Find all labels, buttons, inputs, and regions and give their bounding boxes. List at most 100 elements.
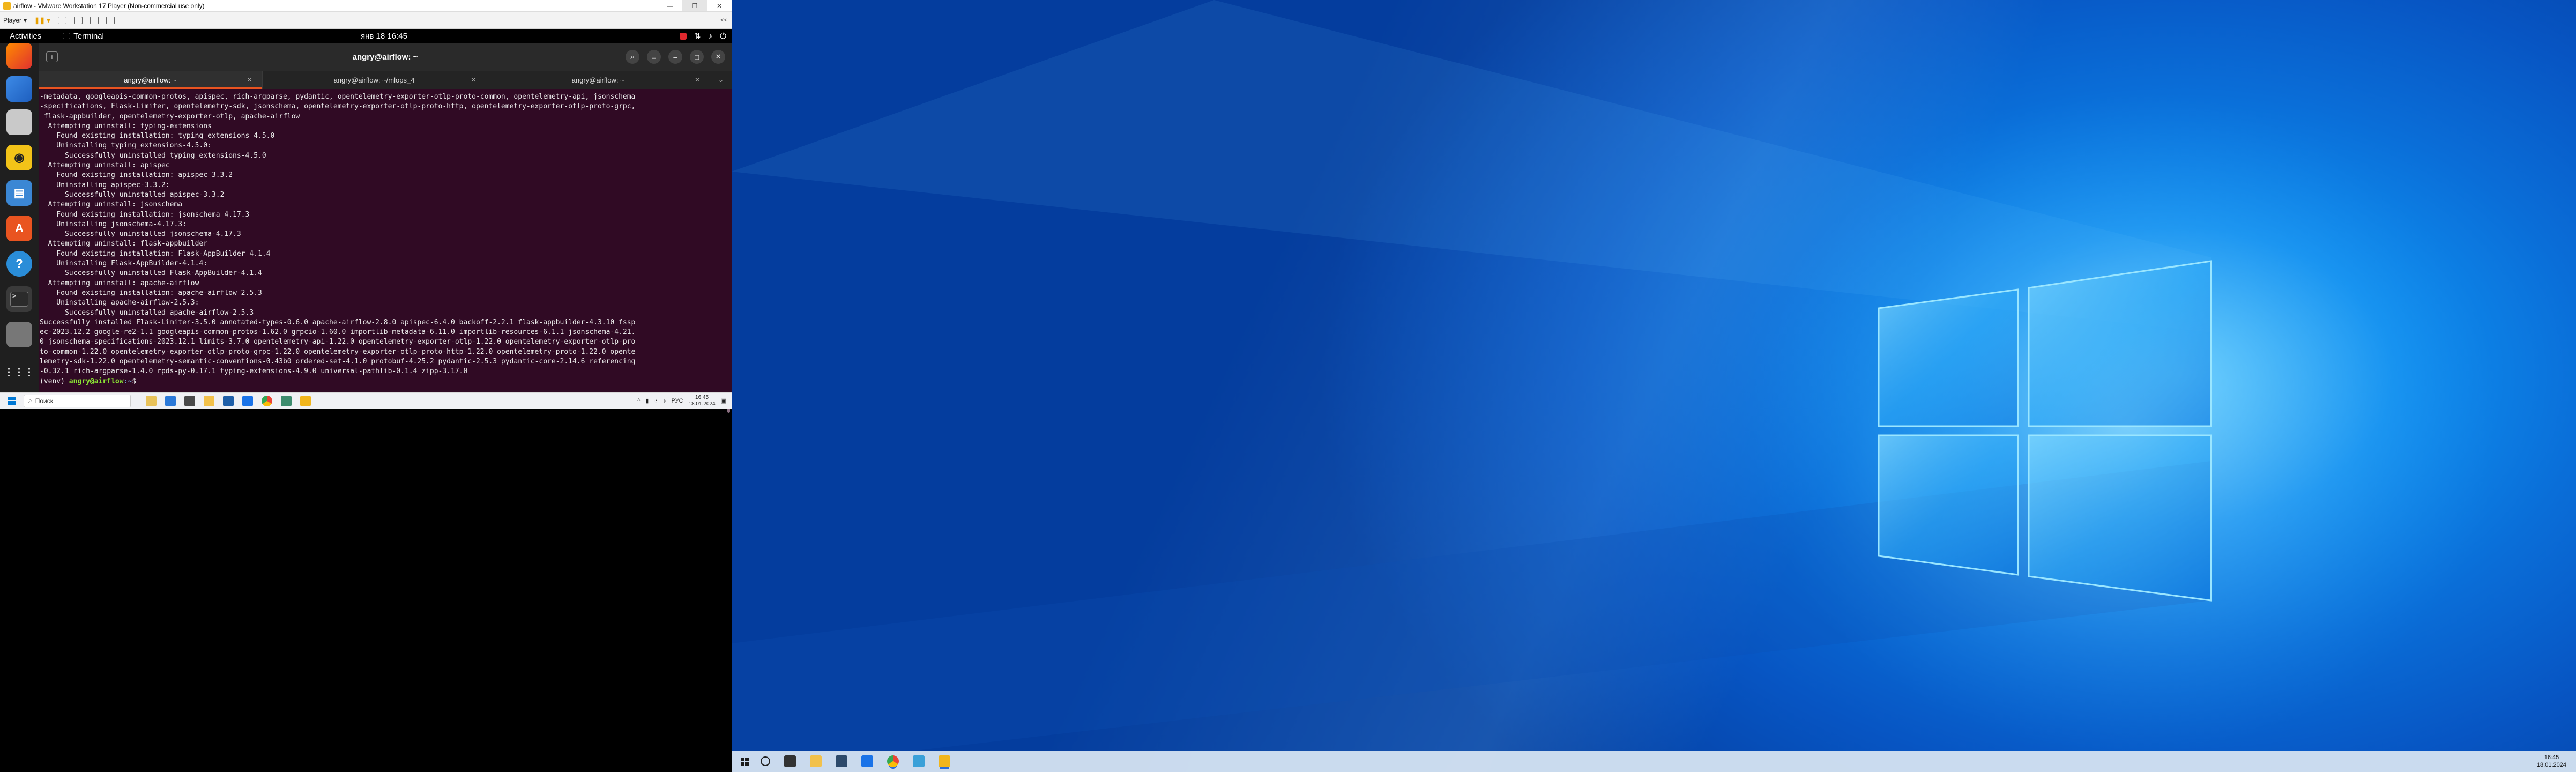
- unity-icon[interactable]: [106, 16, 115, 24]
- vscode-icon[interactable]: [281, 395, 292, 406]
- wallpaper-windows-logo: [732, 0, 2500, 772]
- gnome-top-bar: Activities Terminal янв 18 16:45 ⇅ ♪ ⏻: [0, 29, 732, 43]
- files-icon[interactable]: [6, 109, 32, 135]
- terminal-line: -metadata, googleapis-common-protos, api…: [40, 93, 636, 101]
- player-menu[interactable]: Player ▾: [3, 17, 27, 24]
- clock-time: 16:45: [2544, 754, 2559, 761]
- close-button[interactable]: ✕: [707, 0, 732, 11]
- vmware-toolbar: Player ▾ ❚❚ ▾ <<: [0, 12, 732, 29]
- store-icon[interactable]: [223, 395, 234, 406]
- volume-icon[interactable]: ♪: [663, 398, 666, 404]
- help-icon[interactable]: ?: [6, 251, 32, 277]
- prompt-user: angry@airflow: [69, 377, 124, 385]
- chrome-icon[interactable]: [262, 395, 272, 406]
- tab-label: angry@airflow: ~: [124, 76, 177, 84]
- terminal-prompt-line[interactable]: (venv) angry@airflow:~$: [40, 377, 729, 387]
- copilot-icon[interactable]: [165, 395, 176, 406]
- terminal-icon: [63, 33, 71, 39]
- pause-icon[interactable]: ❚❚ ▾: [34, 17, 50, 24]
- terminal-tab-1[interactable]: angry@airflow: ~ ✕: [39, 71, 263, 89]
- hamburger-menu-icon[interactable]: ≡: [647, 50, 661, 64]
- thunderbird-icon[interactable]: [6, 76, 32, 102]
- app-menu[interactable]: Terminal: [63, 32, 104, 41]
- task-view-icon[interactable]: [784, 755, 796, 767]
- terminal-dock-icon[interactable]: >_: [6, 286, 32, 312]
- terminal-line: Successfully uninstalled apispec-3.3.2: [40, 190, 225, 199]
- send-ctrl-alt-del-icon[interactable]: [57, 16, 66, 24]
- system-tray: ^ ▮ ◔ ♪ РУС 16:45 18.01.2024 ▣: [637, 395, 732, 407]
- terminal-line: Attempting uninstall: apache-airflow: [40, 279, 199, 287]
- screen: airflow - VMware Workstation 17 Player (…: [0, 0, 2576, 772]
- clock-time: 16:45: [695, 394, 709, 400]
- wifi-icon[interactable]: ◔: [654, 398, 658, 404]
- vmware-window-title: airflow - VMware Workstation 17 Player (…: [13, 2, 205, 10]
- store-icon[interactable]: [836, 755, 847, 767]
- vmware-icon: [3, 2, 11, 10]
- app-center-icon[interactable]: A: [6, 216, 32, 241]
- terminal-line: Uninstalling apache-airflow-2.5.3:: [40, 299, 199, 307]
- gnome-clock[interactable]: янв 18 16:45: [361, 32, 407, 41]
- gnome-system-tray[interactable]: ⇅ ♪ ⏻: [680, 31, 726, 41]
- vmware-taskbar-icon[interactable]: [939, 755, 950, 767]
- terminal-tab-3[interactable]: angry@airflow: ~ ✕: [486, 71, 711, 89]
- close-icon[interactable]: ✕: [711, 50, 725, 64]
- terminal-line: Attempting uninstall: flask-appbuilder: [40, 240, 208, 248]
- terminal-line: Found existing installation: apache-airf…: [40, 288, 262, 297]
- tab-close-icon[interactable]: ✕: [471, 76, 476, 84]
- minimize-icon[interactable]: –: [668, 50, 682, 64]
- tab-close-icon[interactable]: ✕: [247, 76, 252, 84]
- show-apps-icon[interactable]: ⋮⋮⋮: [4, 359, 34, 385]
- terminal-output[interactable]: -metadata, googleapis-common-protos, api…: [39, 89, 732, 392]
- rhythmbox-icon[interactable]: ◉: [6, 145, 32, 170]
- left-monitor: airflow - VMware Workstation 17 Player (…: [0, 0, 732, 772]
- terminal-line: 0 jsonschema-specifications-2023.12.1 li…: [40, 338, 636, 346]
- fullscreen-icon[interactable]: [90, 16, 99, 24]
- taskbar-clock[interactable]: 16:45 18.01.2024: [689, 395, 716, 407]
- terminal-line: Attempting uninstall: typing-extensions: [40, 122, 212, 130]
- terminal-line: to-common-1.22.0 opentelemetry-exporter-…: [40, 347, 636, 356]
- firefox-icon[interactable]: [6, 43, 32, 69]
- windows-logo-icon: [740, 757, 749, 766]
- terminal-line: Successfully uninstalled typing_extensio…: [40, 151, 266, 160]
- maximize-button[interactable]: ❐: [682, 0, 707, 11]
- power-icon: ⏻: [720, 31, 726, 41]
- file-explorer-icon[interactable]: [810, 755, 822, 767]
- language-indicator[interactable]: РУС: [672, 398, 683, 404]
- activities-button[interactable]: Activities: [10, 32, 41, 41]
- desktop-start-button[interactable]: [732, 757, 757, 766]
- mail-icon[interactable]: [242, 395, 253, 406]
- right-monitor-desktop[interactable]: 16:45 18.01.2024: [732, 0, 2576, 772]
- maximize-icon[interactable]: □: [690, 50, 704, 64]
- new-tab-icon[interactable]: +: [46, 51, 58, 62]
- tab-close-icon[interactable]: ✕: [695, 76, 700, 84]
- terminal-tab-2[interactable]: angry@airflow: ~/mlops_4 ✕: [263, 71, 487, 89]
- vscode-icon[interactable]: [913, 755, 925, 767]
- vmware-taskbar-icon[interactable]: [300, 395, 311, 406]
- tabs-dropdown-icon[interactable]: ⌄: [710, 71, 732, 89]
- chrome-icon[interactable]: [887, 755, 899, 767]
- terminal-line: flask-appbuilder, opentelemetry-exporter…: [40, 112, 300, 121]
- collapse-toolbar-button[interactable]: <<: [720, 17, 727, 24]
- start-button[interactable]: [0, 397, 24, 405]
- windows-logo-icon: [8, 397, 16, 405]
- notifications-icon[interactable]: ▣: [721, 397, 726, 404]
- desktop-taskbar-clock[interactable]: 16:45 18.01.2024: [2537, 754, 2566, 769]
- terminal-line: Found existing installation: Flask-AppBu…: [40, 249, 271, 258]
- mail-icon[interactable]: [861, 755, 873, 767]
- file-explorer-icon[interactable]: [204, 395, 214, 406]
- prompt-venv: (venv): [40, 377, 69, 385]
- search-icon[interactable]: [761, 756, 770, 766]
- trash-icon[interactable]: [6, 322, 32, 347]
- chevron-up-icon[interactable]: ^: [637, 398, 640, 404]
- battery-icon[interactable]: ▮: [645, 397, 649, 404]
- writer-icon[interactable]: ▤: [6, 180, 32, 206]
- widgets-icon[interactable]: [146, 395, 157, 406]
- minimize-button[interactable]: —: [658, 0, 682, 11]
- removable-devices-icon[interactable]: [73, 16, 83, 24]
- terminal-line: lemetry-sdk-1.22.0 opentelemetry-semanti…: [40, 358, 636, 366]
- taskbar-search[interactable]: ⌕ Поиск: [24, 394, 131, 407]
- search-icon[interactable]: ⌕: [626, 50, 639, 64]
- terminal-line: Attempting uninstall: jsonschema: [40, 201, 183, 209]
- volume-icon: ♪: [708, 31, 713, 41]
- task-view-icon[interactable]: [184, 395, 195, 406]
